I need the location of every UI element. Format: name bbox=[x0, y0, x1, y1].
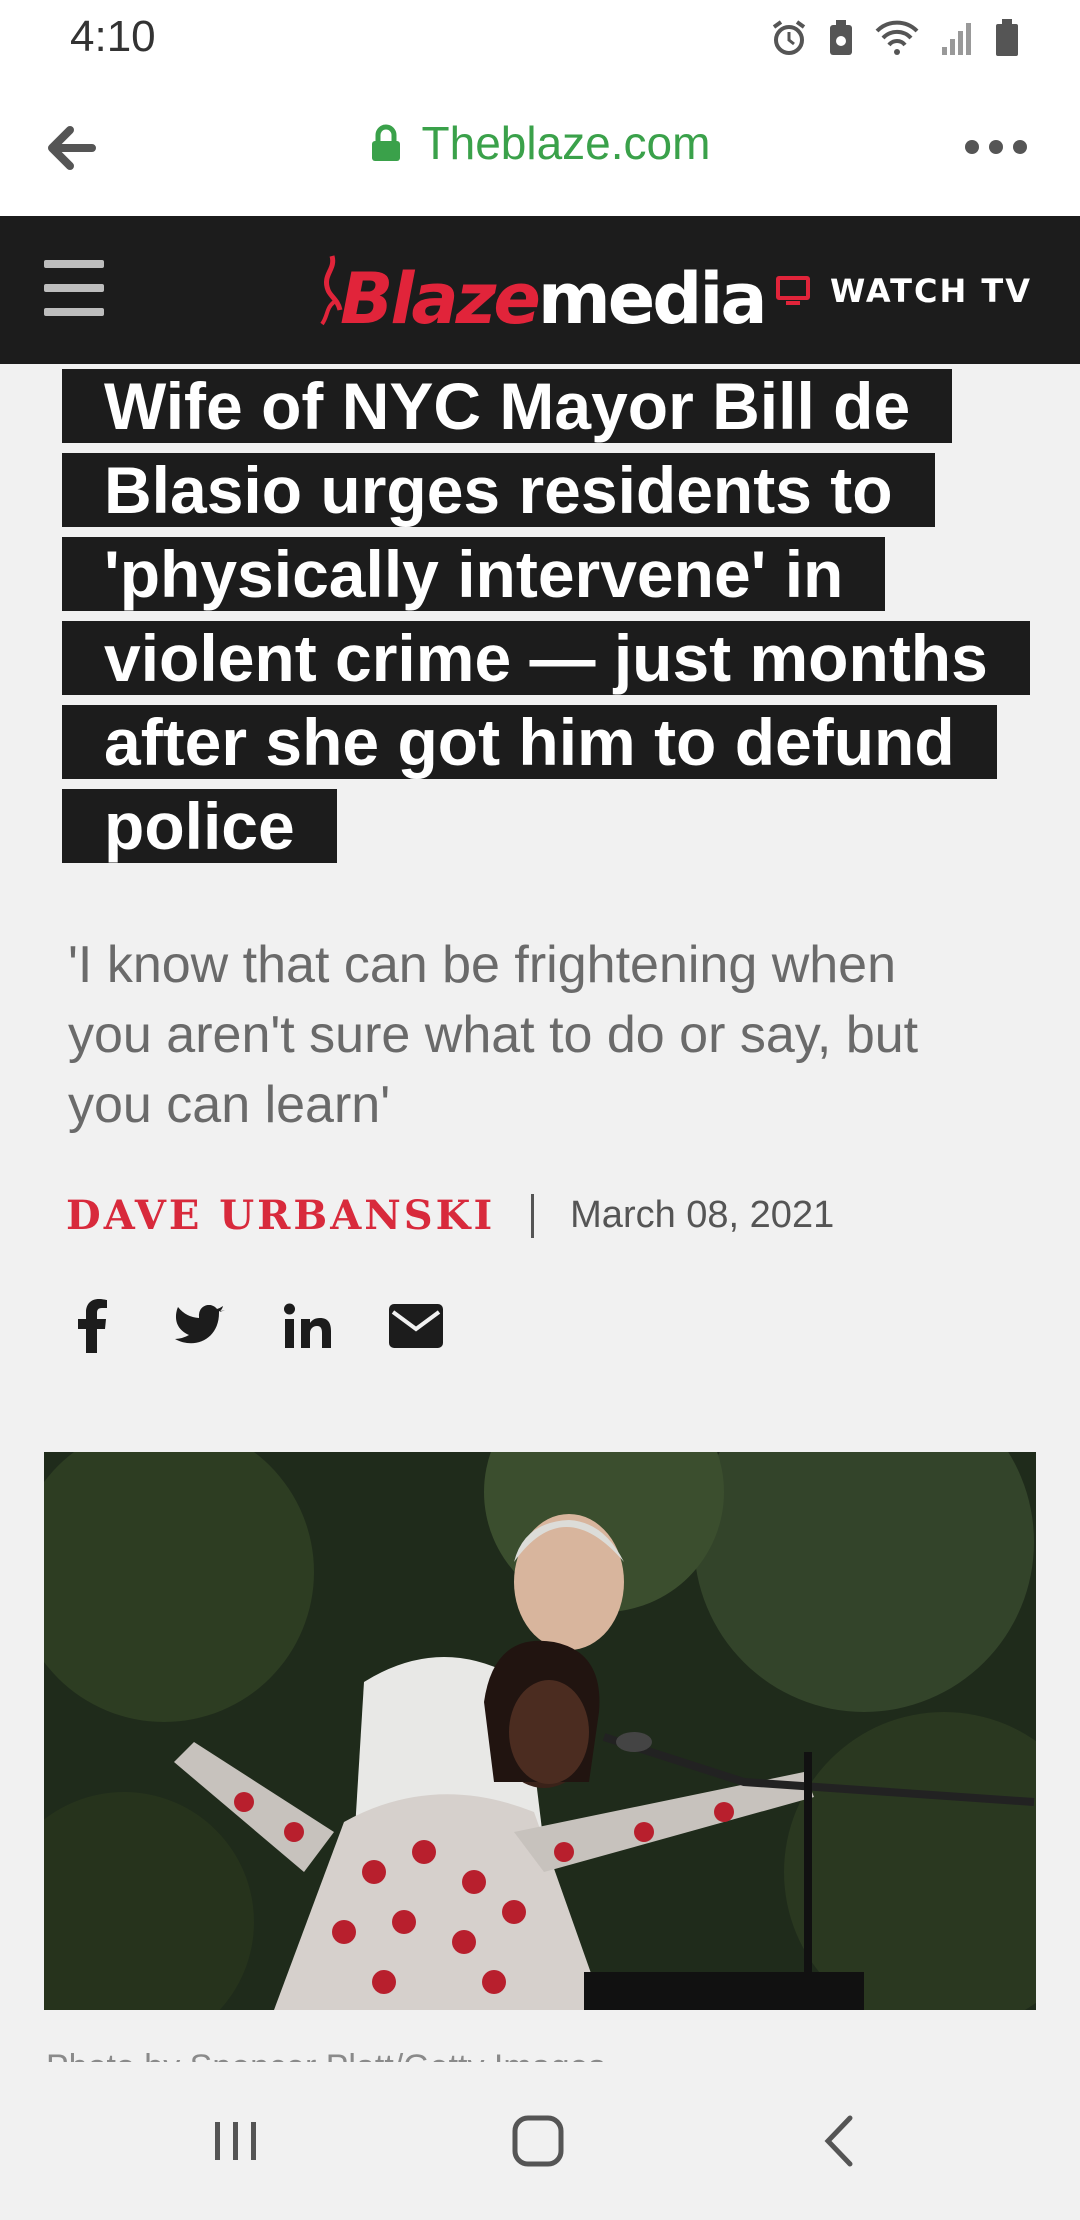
share-linkedin-button[interactable] bbox=[278, 1296, 338, 1356]
status-icons bbox=[770, 18, 1020, 63]
linkedin-icon bbox=[284, 1303, 331, 1348]
share-bar bbox=[62, 1296, 446, 1356]
publish-date: March 08, 2021 bbox=[570, 1194, 835, 1236]
more-dot-icon bbox=[1013, 140, 1027, 154]
author-link[interactable]: DAVE URBANSKI bbox=[66, 1192, 495, 1239]
share-facebook-button[interactable] bbox=[62, 1296, 122, 1356]
logo-media-text: media bbox=[537, 258, 768, 340]
system-nav-bar bbox=[0, 2062, 1080, 2220]
alarm-icon bbox=[770, 19, 808, 62]
site-header: Blaze media WATCH TV bbox=[0, 216, 1080, 364]
logo-blaze-text: Blaze bbox=[340, 258, 541, 340]
back-icon bbox=[824, 2115, 853, 2167]
browser-url-bar: Theblaze.com bbox=[0, 76, 1080, 216]
headline-container: Wife of NYC Mayor Bill de Blasio urges r… bbox=[62, 364, 1030, 868]
battery-saver-icon bbox=[828, 19, 854, 62]
byline: DAVE URBANSKI March 08, 2021 bbox=[66, 1192, 834, 1239]
article-subtitle: 'I know that can be frightening when you… bbox=[68, 936, 919, 1134]
home-button[interactable] bbox=[498, 2106, 578, 2176]
facebook-icon bbox=[78, 1299, 107, 1353]
share-twitter-button[interactable] bbox=[170, 1296, 230, 1356]
url-display[interactable]: Theblaze.com bbox=[0, 116, 1080, 170]
battery-icon bbox=[994, 18, 1020, 63]
recents-button[interactable] bbox=[196, 2106, 276, 2176]
signal-icon bbox=[940, 19, 974, 62]
menu-icon[interactable] bbox=[44, 260, 104, 316]
home-icon bbox=[512, 2115, 564, 2167]
more-options-button[interactable] bbox=[956, 122, 1036, 172]
watch-tv-button[interactable]: WATCH TV bbox=[776, 272, 1032, 310]
blazemedia-logo[interactable]: Blaze media bbox=[318, 244, 768, 340]
email-icon bbox=[389, 1304, 443, 1348]
share-email-button[interactable] bbox=[386, 1296, 446, 1356]
watch-tv-label: WATCH TV bbox=[830, 272, 1032, 310]
wifi-icon bbox=[874, 19, 920, 62]
more-dot-icon bbox=[965, 140, 979, 154]
status-bar: 4:10 bbox=[0, 0, 1080, 76]
back-nav-button[interactable] bbox=[800, 2106, 880, 2176]
recents-icon bbox=[215, 2122, 256, 2160]
twitter-icon bbox=[175, 1305, 225, 1344]
lock-icon bbox=[371, 124, 400, 161]
tv-icon bbox=[776, 276, 811, 305]
byline-divider bbox=[531, 1193, 535, 1238]
article-photo[interactable] bbox=[44, 1452, 1036, 2010]
url-text: Theblaze.com bbox=[421, 117, 711, 169]
status-time: 4:10 bbox=[70, 12, 156, 61]
article-headline: Wife of NYC Mayor Bill de Blasio urges r… bbox=[62, 369, 1030, 863]
more-dot-icon bbox=[989, 140, 1003, 154]
